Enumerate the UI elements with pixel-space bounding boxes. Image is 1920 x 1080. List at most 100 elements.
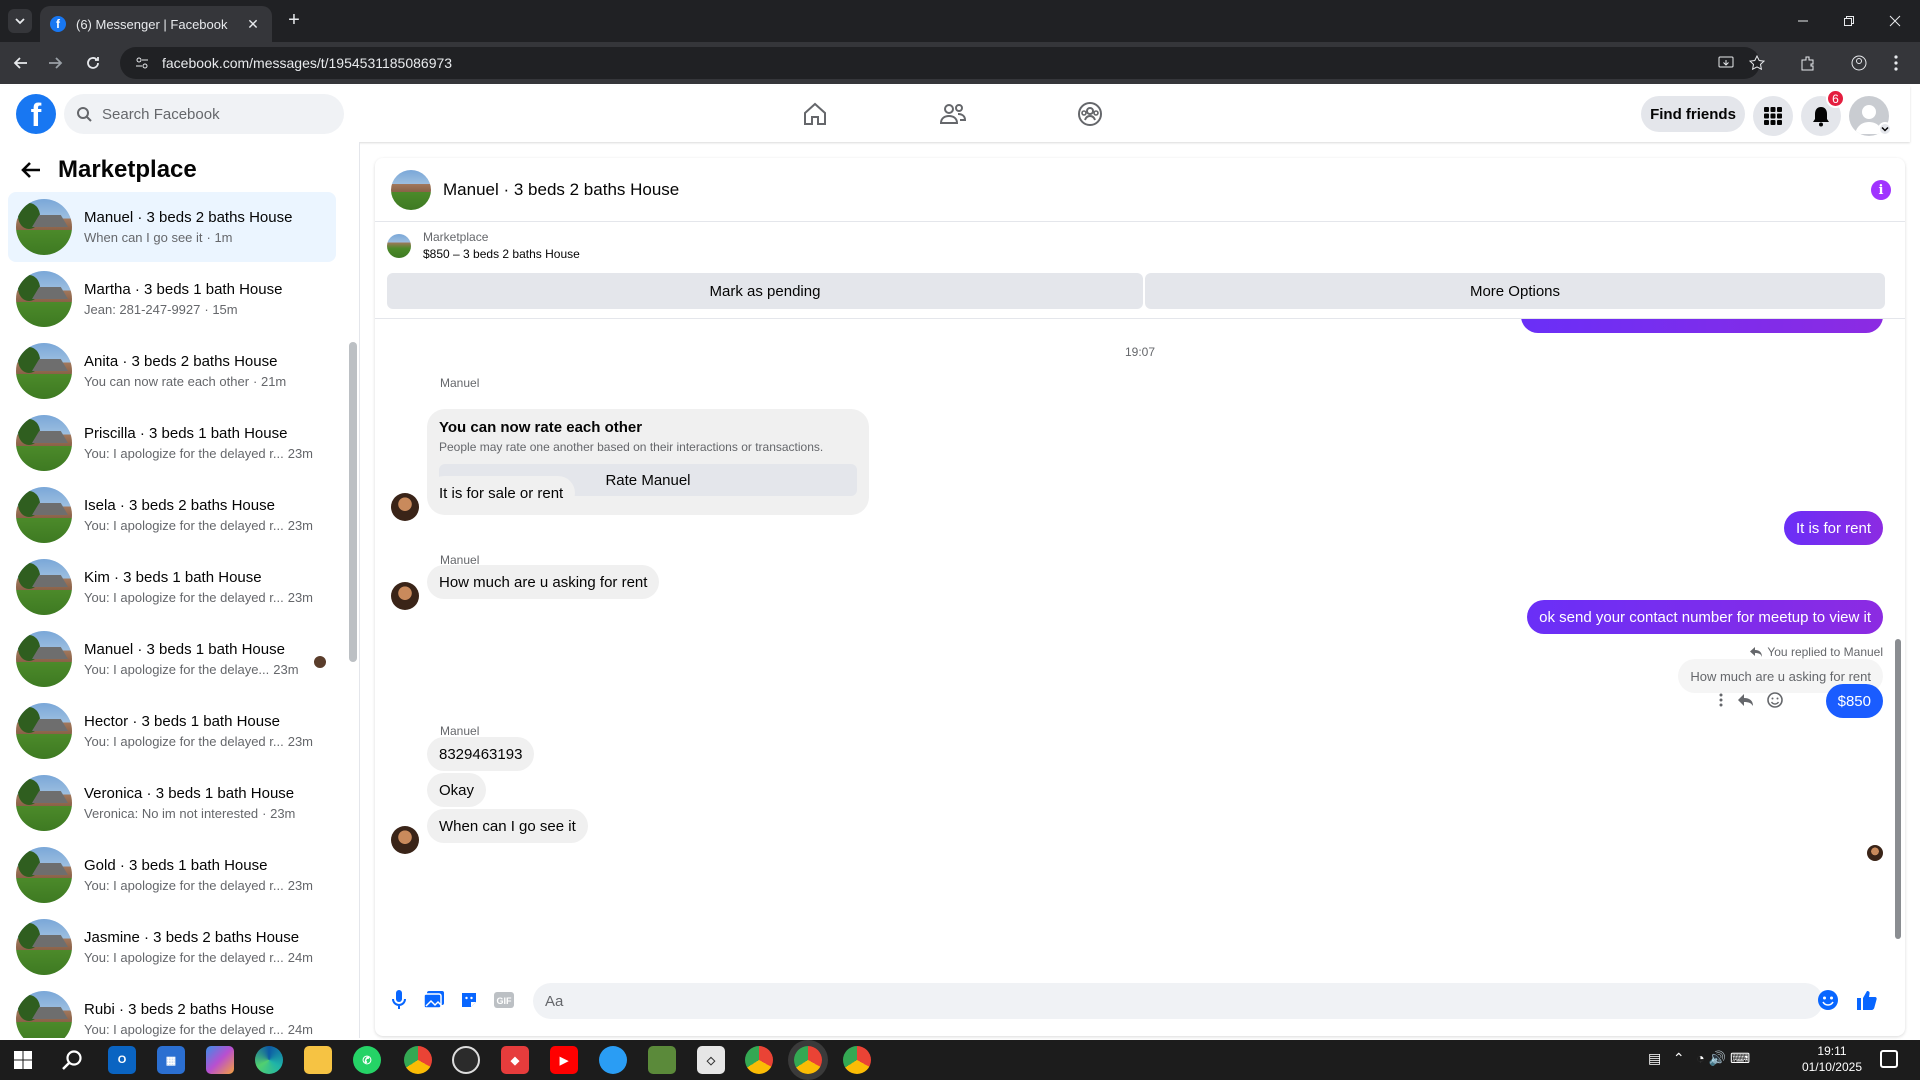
friends-icon[interactable] bbox=[933, 96, 973, 132]
minecraft-icon[interactable] bbox=[648, 1046, 676, 1074]
tab-close-icon[interactable]: ✕ bbox=[244, 16, 262, 33]
mark-pending-button[interactable]: Mark as pending bbox=[387, 273, 1143, 309]
bookmark-star-icon[interactable] bbox=[1744, 50, 1770, 76]
gif-icon[interactable]: GIF bbox=[490, 986, 518, 1014]
back-icon[interactable] bbox=[8, 50, 34, 76]
react-emoji-icon[interactable] bbox=[1766, 691, 1784, 709]
profile-icon[interactable] bbox=[1846, 50, 1872, 76]
taskbar-search-icon[interactable] bbox=[58, 1046, 86, 1074]
listing-banner[interactable]: Marketplace $850 – 3 beds 2 baths House bbox=[387, 230, 580, 261]
file-explorer-icon[interactable] bbox=[304, 1046, 332, 1074]
outgoing-message[interactable]: It is for rent bbox=[1783, 511, 1883, 545]
rate-card-subtitle: People may rate one another based on the… bbox=[439, 440, 824, 454]
conversation-item[interactable]: Hector · 3 beds 1 bath House You: I apolo… bbox=[8, 696, 336, 766]
chrome-active-icon[interactable] bbox=[794, 1046, 822, 1074]
close-window-button[interactable] bbox=[1872, 0, 1918, 42]
forward-icon[interactable] bbox=[42, 50, 68, 76]
message-scrollbar[interactable] bbox=[1893, 319, 1903, 970]
incoming-message[interactable]: It is for sale or rent bbox=[427, 476, 576, 510]
incoming-message[interactable]: Okay bbox=[427, 773, 487, 807]
more-actions-icon[interactable] bbox=[1718, 692, 1724, 708]
facebook-logo-icon[interactable]: f bbox=[16, 94, 56, 134]
address-bar[interactable]: facebook.com/messages/t/1954531185086973 bbox=[120, 47, 1760, 79]
chat-avatar[interactable] bbox=[391, 169, 431, 210]
back-arrow-icon[interactable] bbox=[20, 159, 42, 181]
notification-center-icon[interactable] bbox=[1880, 1050, 1898, 1068]
sender-avatar[interactable] bbox=[391, 582, 419, 610]
photo-icon[interactable] bbox=[420, 986, 448, 1014]
conversation-item[interactable]: Isela · 3 beds 2 baths House You: I apolo… bbox=[8, 480, 336, 550]
incoming-message[interactable]: How much are u asking for rent bbox=[427, 565, 660, 599]
conversation-item[interactable]: Martha · 3 beds 1 bath House Jean: 281-24… bbox=[8, 264, 336, 334]
more-options-button[interactable]: More Options bbox=[1145, 273, 1885, 309]
microphone-icon[interactable] bbox=[385, 986, 413, 1014]
conversation-item[interactable]: Manuel · 3 beds 2 baths House When can I … bbox=[8, 192, 336, 262]
anydesk-icon[interactable]: ◆ bbox=[501, 1046, 529, 1074]
conversation-item[interactable]: Kim · 3 beds 1 bath House You: I apologiz… bbox=[8, 552, 336, 622]
marketplace-sidebar: Marketplace Manuel · 3 beds 2 baths Hous… bbox=[0, 142, 360, 1038]
chatgpt-icon[interactable] bbox=[452, 1046, 480, 1074]
conversation-name: Isela · 3 beds 2 baths House bbox=[84, 497, 275, 514]
conversation-item[interactable]: Anita · 3 beds 2 baths House You can now … bbox=[8, 336, 336, 406]
account-chevron-down-icon[interactable] bbox=[1878, 122, 1892, 136]
youtube-icon[interactable]: ▶ bbox=[550, 1046, 578, 1074]
reload-icon[interactable] bbox=[80, 50, 106, 76]
system-clock[interactable]: 19:11 01/10/2025 bbox=[1802, 1043, 1862, 1075]
copilot-icon[interactable] bbox=[206, 1046, 234, 1074]
site-info-icon[interactable] bbox=[134, 55, 150, 71]
browser-tab[interactable]: f (6) Messenger | Facebook ✕ bbox=[40, 6, 272, 42]
chrome-icon[interactable] bbox=[404, 1046, 432, 1074]
sender-avatar[interactable] bbox=[391, 493, 419, 521]
conversation-item[interactable]: Manuel · 3 beds 1 bath House You: I apolo… bbox=[8, 624, 336, 694]
incoming-message[interactable]: When can I go see it bbox=[427, 809, 588, 843]
extensions-icon[interactable] bbox=[1795, 50, 1821, 76]
chat-title[interactable]: Manuel · 3 beds 2 baths House bbox=[443, 180, 679, 200]
home-icon[interactable] bbox=[795, 96, 835, 132]
restore-button[interactable] bbox=[1826, 0, 1872, 42]
install-app-icon[interactable] bbox=[1713, 50, 1739, 76]
conversation-item[interactable]: Rubi · 3 beds 2 baths House You: I apolog… bbox=[8, 984, 336, 1038]
notification-count-badge: 6 bbox=[1826, 89, 1845, 108]
outlook-icon[interactable]: O bbox=[108, 1046, 136, 1074]
roblox-icon[interactable]: ◇ bbox=[697, 1046, 725, 1074]
search-input[interactable]: Search Facebook bbox=[64, 94, 344, 134]
emoji-icon[interactable] bbox=[1814, 986, 1842, 1014]
outgoing-message[interactable]: ok send your contact number for meetup t… bbox=[1527, 600, 1883, 634]
sender-avatar[interactable] bbox=[391, 826, 419, 854]
message-input[interactable]: Aa bbox=[533, 983, 1823, 1019]
chrome-profile-icon[interactable] bbox=[843, 1046, 871, 1074]
chat-panel: Manuel · 3 beds 2 baths House i Marketpl… bbox=[375, 158, 1905, 1036]
tab-title: (6) Messenger | Facebook bbox=[76, 16, 228, 32]
outgoing-message[interactable]: $850 bbox=[1825, 684, 1883, 718]
chrome-profile-icon[interactable] bbox=[745, 1046, 773, 1074]
tab-search-dropdown[interactable] bbox=[8, 9, 32, 33]
incoming-message[interactable]: 8329463193 bbox=[427, 737, 535, 771]
thumbs-up-icon[interactable] bbox=[1852, 986, 1880, 1014]
sidebar-scrollbar[interactable] bbox=[349, 342, 357, 662]
outgoing-message-partial[interactable] bbox=[1521, 319, 1883, 333]
conversation-item[interactable]: Priscilla · 3 beds 1 bath House You: I ap… bbox=[8, 408, 336, 478]
store-icon[interactable]: ▦ bbox=[157, 1046, 185, 1074]
sticker-icon[interactable] bbox=[455, 986, 483, 1014]
conversation-item[interactable]: Gold · 3 beds 1 bath House You: I apologi… bbox=[8, 840, 336, 910]
minimize-button[interactable] bbox=[1780, 0, 1826, 42]
windows-start-icon[interactable] bbox=[9, 1046, 37, 1074]
info-icon[interactable]: i bbox=[1871, 180, 1891, 200]
listing-thumbnail bbox=[16, 919, 72, 975]
whatsapp-icon[interactable]: ✆ bbox=[353, 1046, 381, 1074]
reply-icon[interactable] bbox=[1736, 692, 1754, 708]
new-tab-button[interactable]: + bbox=[283, 10, 305, 32]
app-icon[interactable] bbox=[599, 1046, 627, 1074]
listing-thumbnail bbox=[16, 271, 72, 327]
groups-icon[interactable] bbox=[1070, 96, 1110, 132]
sender-name: Manuel bbox=[440, 724, 480, 738]
conversation-item[interactable]: Veronica · 3 beds 1 bath House Veronica: … bbox=[8, 768, 336, 838]
conversation-item[interactable]: Jasmine · 3 beds 2 baths House You: I apo… bbox=[8, 912, 336, 982]
browser-menu-icon[interactable] bbox=[1883, 50, 1909, 76]
menu-grid-icon[interactable] bbox=[1753, 96, 1793, 136]
edge-icon[interactable] bbox=[255, 1046, 283, 1074]
search-icon bbox=[77, 107, 92, 122]
sidebar-header: Marketplace bbox=[20, 156, 197, 184]
tray-icons[interactable]: ▤ ⌃ ◔ 🔊 ⌨ bbox=[1648, 1050, 1750, 1067]
find-friends-button[interactable]: Find friends bbox=[1641, 96, 1745, 132]
